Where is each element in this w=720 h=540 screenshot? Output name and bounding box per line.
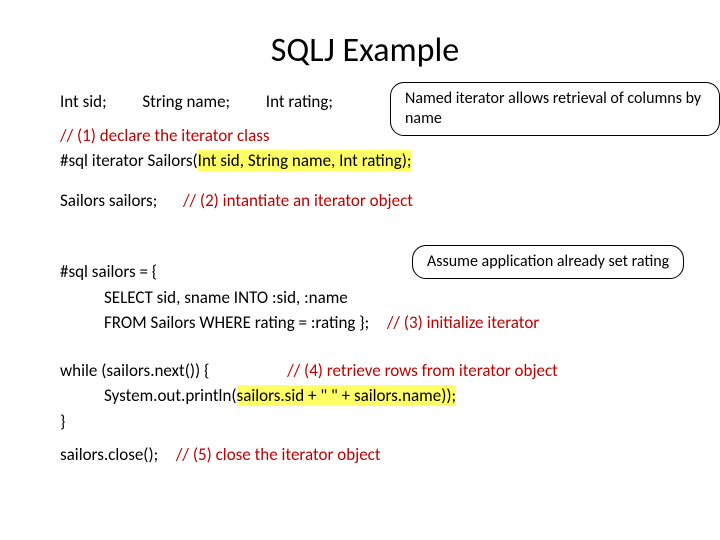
comment-3: // (3) initialize iterator: [387, 312, 539, 333]
comment-1: // (1) declare the iterator class: [60, 123, 670, 149]
comment-2: // (2) intantiate an iterator object: [183, 190, 413, 211]
slide-title: SQLJ Example: [60, 30, 670, 71]
close-call: sailors.close();: [60, 444, 158, 465]
println-highlight: sailors.sid + " " + sailors.name));: [237, 385, 457, 406]
field-rating: Int rating;: [266, 91, 333, 112]
sailors-var: Sailors sailors;: [60, 190, 157, 211]
decl-prefix: #sql iterator Sailors(: [60, 150, 198, 171]
field-name: String name;: [142, 91, 230, 112]
while-open: while (sailors.next()) {: [60, 360, 209, 381]
comment-5: // (5) close the iterator object: [176, 444, 381, 465]
sql-select: SELECT sid, sname INTO :sid, :name: [60, 285, 670, 311]
close-brace: }: [60, 409, 670, 435]
code-block: Int sid; String name; Int rating; // (1)…: [60, 89, 670, 468]
println-left: System.out.println(: [104, 385, 237, 406]
comment-4: // (4) retrieve rows from iterator objec…: [287, 360, 558, 381]
sql-assign: #sql sailors = {: [60, 259, 670, 285]
decl-args-highlight: Int sid, String name, Int rating);: [198, 150, 412, 171]
field-sid: Int sid;: [60, 91, 107, 112]
sql-from: FROM Sailors WHERE rating = :rating };: [104, 312, 369, 333]
